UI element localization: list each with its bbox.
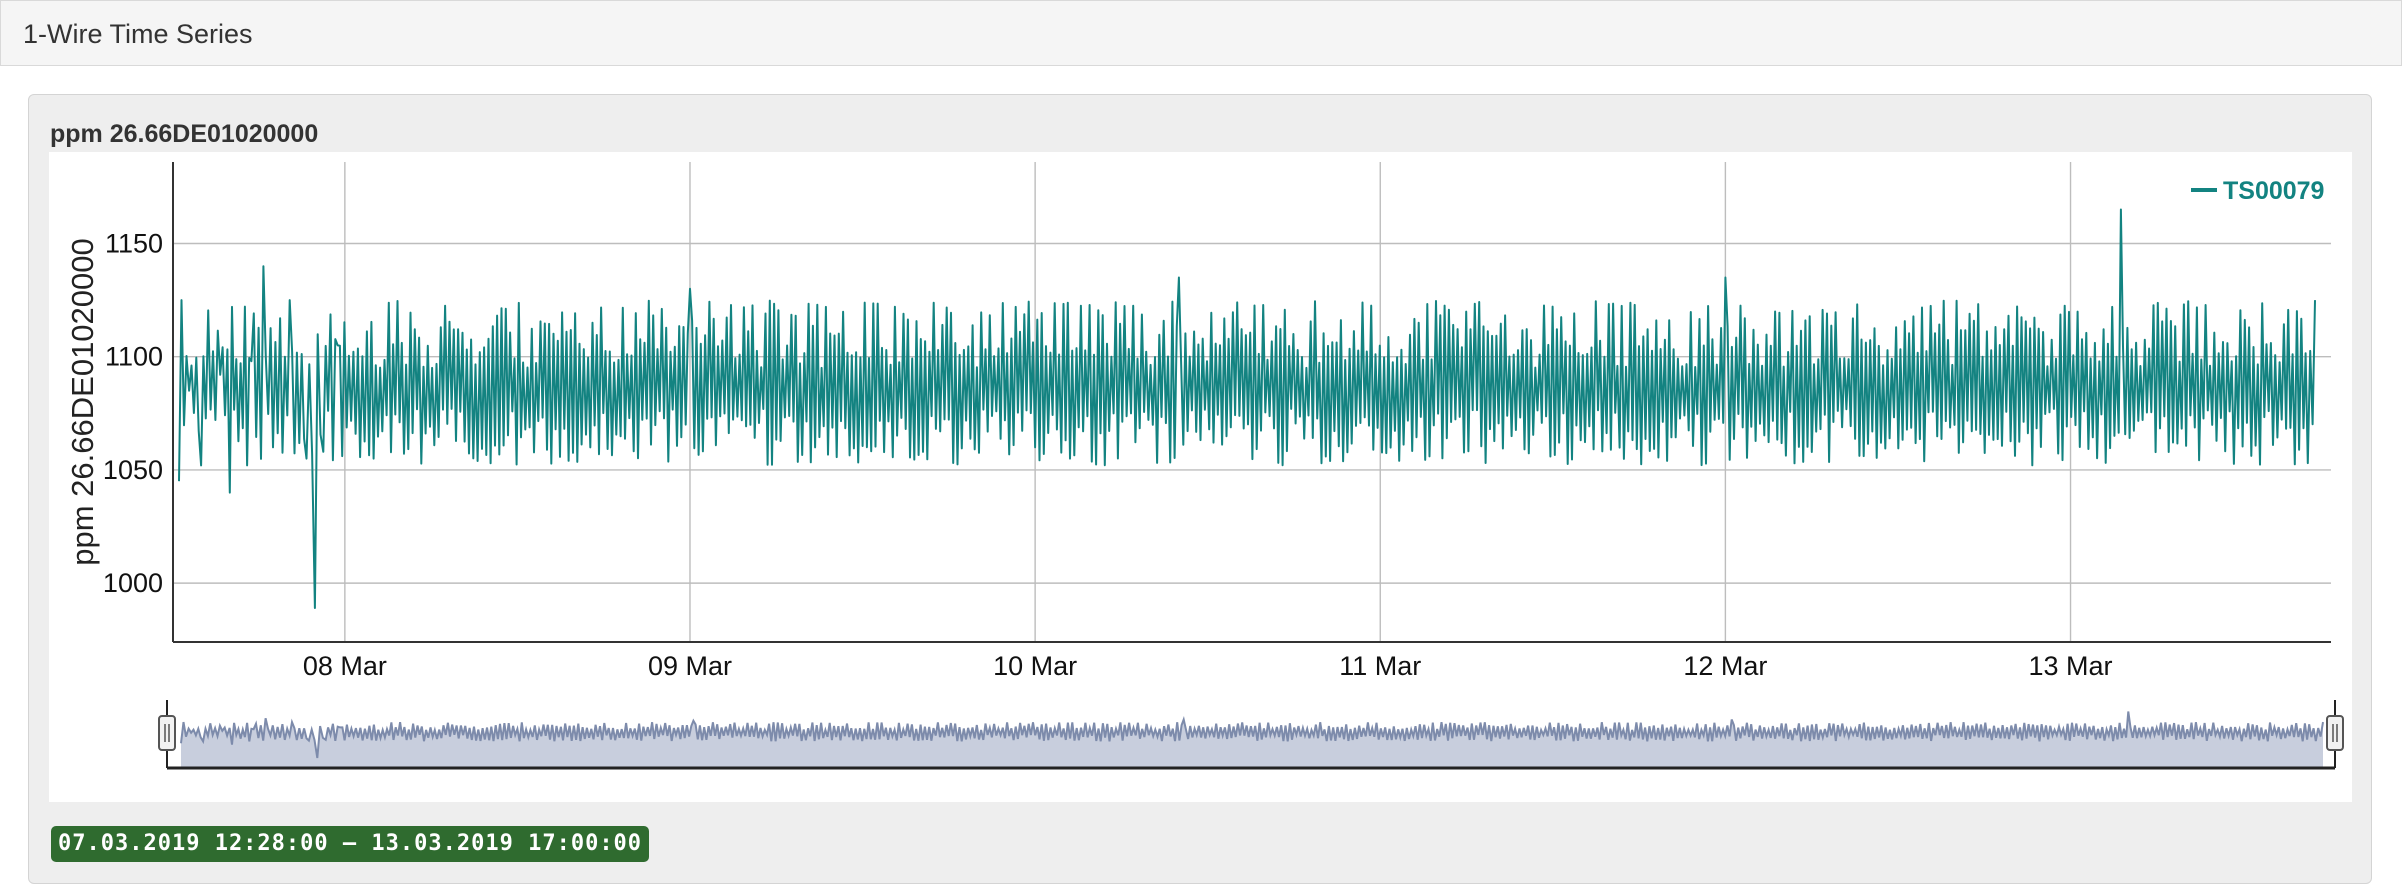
y-tick-label: 1150 <box>105 229 163 259</box>
y-tick-label: 1000 <box>103 568 163 598</box>
navigator <box>166 700 2336 770</box>
y-tick-label: 1050 <box>103 455 163 485</box>
time-series-chart[interactable]: 1000 1050 1100 1150 08 Mar 09 Mar 10 Mar 11 Mar… <box>49 152 2352 802</box>
series-line-ts00079 <box>178 208 2316 609</box>
x-tick-label: 13 Mar <box>2029 651 2113 681</box>
navigator-right-handle[interactable] <box>2326 715 2344 751</box>
x-tick-label: 11 Mar <box>1339 651 1421 681</box>
legend-label: TS00079 <box>2223 177 2324 205</box>
chart-area: 1000 1050 1100 1150 08 Mar 09 Mar 10 Mar 11 Mar… <box>49 152 2352 802</box>
x-tick-label: 12 Mar <box>1683 651 1767 681</box>
navigator-left-handle[interactable] <box>158 715 176 751</box>
x-tick-label: 08 Mar <box>303 651 387 681</box>
chart-card-title: ppm 26.66DE01020000 <box>50 120 319 148</box>
panel-title: 1-Wire Time Series <box>23 19 253 49</box>
date-range-badge: 07.03.2019 12:28:00 – 13.03.2019 17:00:0… <box>51 826 650 862</box>
y-tick-label: 1100 <box>105 342 163 372</box>
y-axis-label: ppm 26.66DE01020000 <box>65 238 100 565</box>
x-tick-label: 10 Mar <box>993 651 1077 681</box>
panel-header: 1-Wire Time Series <box>0 0 2402 66</box>
x-tick-label: 09 Mar <box>648 651 732 681</box>
